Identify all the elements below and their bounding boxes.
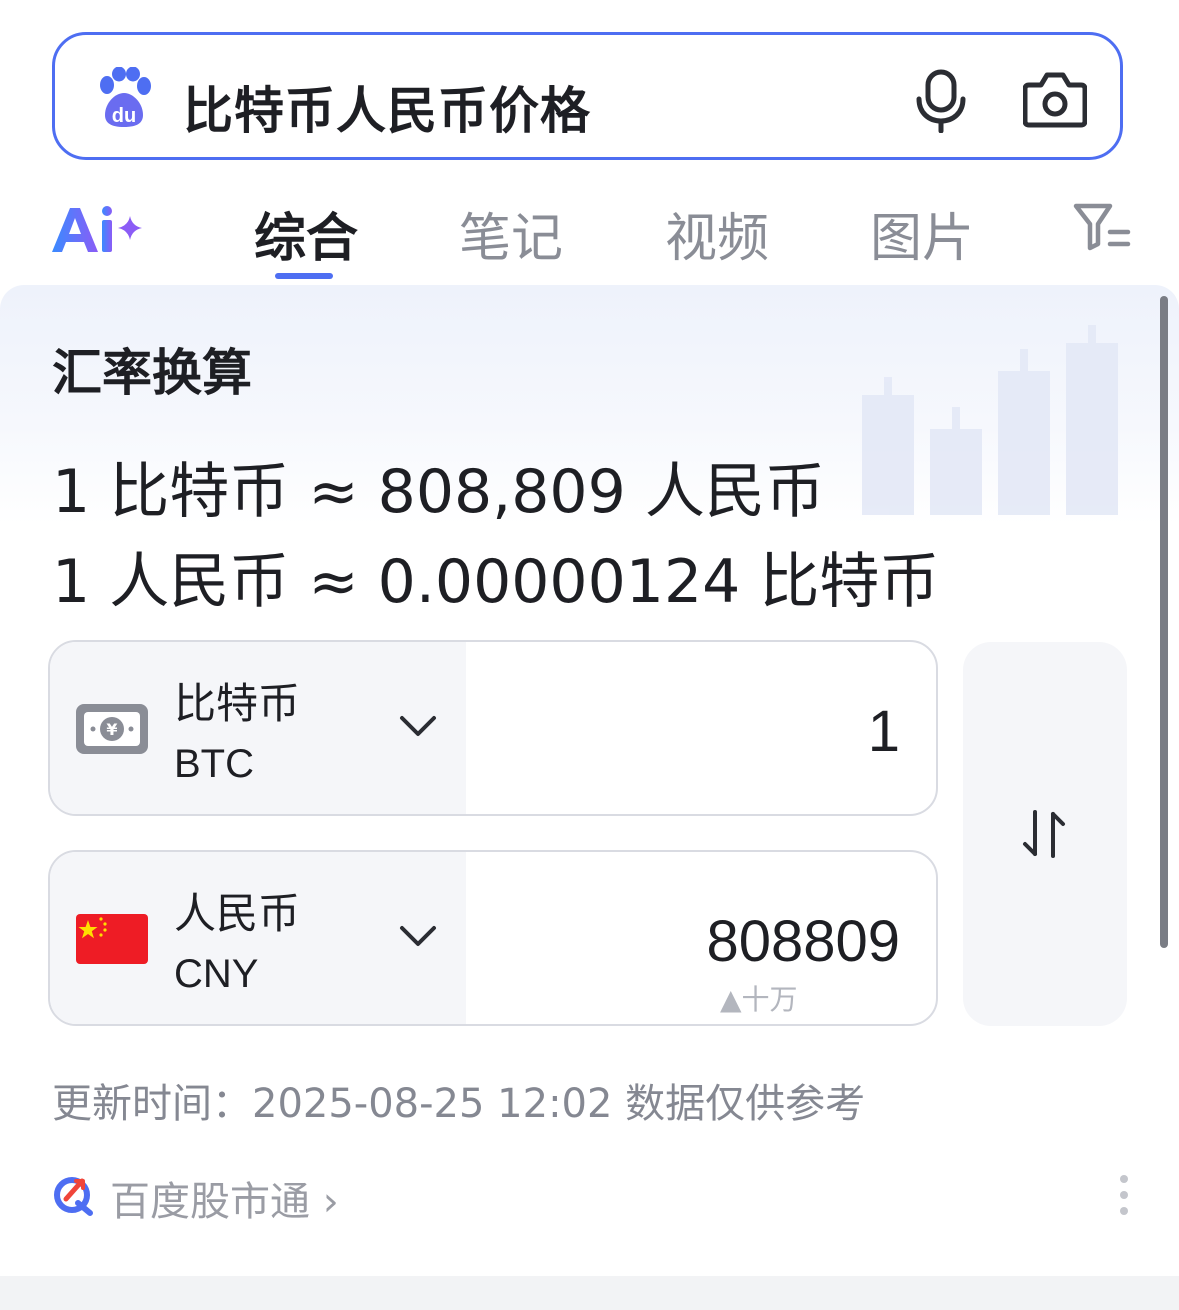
from-currency-row: ¥ 比特币 BTC 1 <box>48 640 938 816</box>
swap-currencies-button[interactable] <box>963 642 1127 1026</box>
baidu-paw-logo-icon: du <box>100 67 151 127</box>
tab-notes[interactable]: 笔记 <box>459 196 563 271</box>
to-currency-row: 人民币 CNY 808809 ▲十万 <box>48 850 938 1026</box>
magnitude-hint: ▲十万 <box>720 983 798 1016</box>
tab-comprehensive[interactable]: 综合 <box>254 196 358 271</box>
to-currency-code: CNY <box>174 952 259 996</box>
scrollbar[interactable] <box>1160 296 1168 948</box>
stock-app-logo-icon <box>54 1177 93 1216</box>
svg-text:du: du <box>112 105 136 127</box>
active-tab-indicator <box>275 273 333 279</box>
to-amount-input[interactable]: 808809 <box>706 908 900 975</box>
update-time-text: 更新时间：2025-08-25 12:02 数据仅供参考 <box>52 1081 866 1127</box>
rate-cny-to-btc: 1 人民币 ≈ 0.00000124 比特币 <box>52 547 940 617</box>
from-currency-code: BTC <box>174 742 254 786</box>
svg-text:¥: ¥ <box>106 720 117 739</box>
chevron-down-icon[interactable] <box>398 712 438 742</box>
exchange-rate-card: 汇率换算 1 比特币 ≈ 808,809 人民币 1 人民币 ≈ 0.00000… <box>0 285 1179 1275</box>
filter-icon[interactable] <box>1072 202 1132 252</box>
banknote-yen-icon: ¥ <box>76 704 148 754</box>
microphone-icon[interactable] <box>915 69 967 133</box>
bottom-divider <box>0 1276 1179 1310</box>
camera-icon[interactable] <box>1023 69 1087 129</box>
swap-arrows-icon <box>1023 810 1065 858</box>
to-currency-selector[interactable]: 人民币 CNY <box>50 852 466 1024</box>
search-bar[interactable]: du 比特币人民币价格 <box>52 32 1123 160</box>
to-currency-name: 人民币 <box>174 889 301 938</box>
decorative-chart-icon <box>862 325 1118 515</box>
chevron-down-icon[interactable] <box>398 922 438 952</box>
more-options-icon[interactable] <box>1116 1173 1132 1217</box>
from-amount-input[interactable]: 1 <box>868 698 900 765</box>
ai-assistant-icon[interactable] <box>50 200 150 260</box>
from-currency-selector[interactable]: ¥ 比特币 BTC <box>50 642 466 814</box>
search-query-text[interactable]: 比特币人民币价格 <box>183 71 591 143</box>
tab-videos[interactable]: 视频 <box>665 196 769 271</box>
card-title: 汇率换算 <box>52 344 252 402</box>
source-name[interactable]: 百度股市通 › <box>110 1169 339 1227</box>
from-currency-name: 比特币 <box>174 679 301 728</box>
tab-images[interactable]: 图片 <box>870 196 974 271</box>
china-flag-icon <box>76 914 148 964</box>
rate-btc-to-cny: 1 比特币 ≈ 808,809 人民币 <box>52 457 825 527</box>
